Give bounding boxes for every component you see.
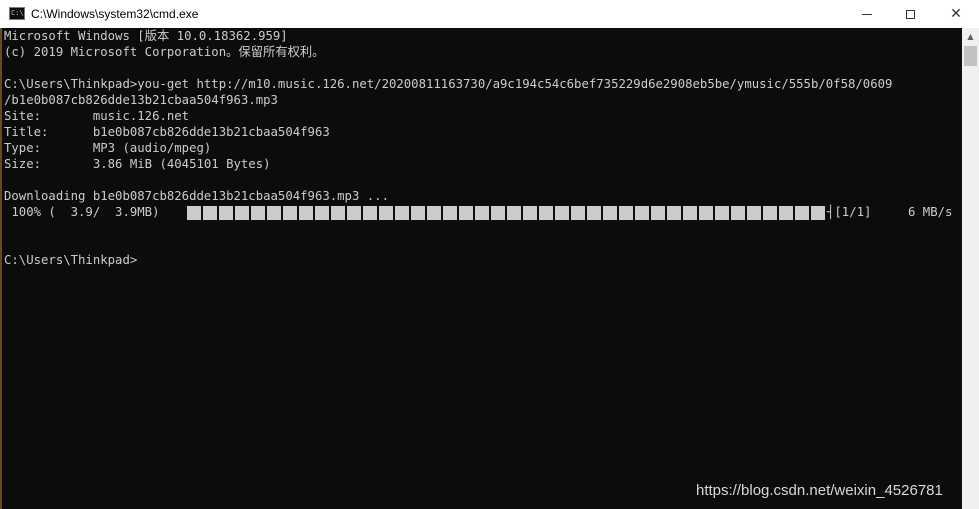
title-bar[interactable]: C:\ C:\Windows\system32\cmd.exe ✕	[0, 0, 979, 28]
console-line: C:\Users\Thinkpad>you-get http://m10.mus…	[4, 77, 893, 91]
progress-block	[219, 206, 233, 220]
progress-block	[299, 206, 313, 220]
progress-block	[619, 206, 633, 220]
command-prompt[interactable]: C:\Users\Thinkpad>	[4, 252, 137, 268]
progress-block	[523, 206, 537, 220]
progress-block	[587, 206, 601, 220]
cmd-window: C:\ C:\Windows\system32\cmd.exe ✕ Micros…	[0, 0, 979, 509]
progress-block	[635, 206, 649, 220]
progress-block	[507, 206, 521, 220]
progress-block	[795, 206, 809, 220]
progress-block	[395, 206, 409, 220]
console-output[interactable]: Microsoft Windows [版本 10.0.18362.959] (c…	[0, 28, 962, 509]
progress-block	[555, 206, 569, 220]
progress-bar	[187, 206, 827, 220]
console-line: (c) 2019 Microsoft Corporation。保留所有权利。	[4, 45, 325, 59]
progress-rate: 6 MB/s	[908, 205, 953, 219]
scroll-up-icon[interactable]: ▲	[962, 28, 979, 45]
progress-block	[347, 206, 361, 220]
progress-label: 100% ( 3.9/ 3.9MB)	[4, 205, 160, 219]
progress-block	[267, 206, 281, 220]
vertical-scrollbar[interactable]: ▲	[962, 28, 979, 509]
console-line: Microsoft Windows [版本 10.0.18362.959]	[4, 29, 288, 43]
console-line: Downloading b1e0b087cb826dde13b21cbaa504…	[4, 189, 389, 203]
progress-block	[731, 206, 745, 220]
progress-block	[475, 206, 489, 220]
watermark-text: https://blog.csdn.net/weixin_4526781	[696, 482, 943, 499]
progress-block	[683, 206, 697, 220]
progress-block	[491, 206, 505, 220]
progress-block	[315, 206, 329, 220]
window-title: C:\Windows\system32\cmd.exe	[31, 7, 199, 21]
progress-block	[379, 206, 393, 220]
close-button[interactable]: ✕	[933, 0, 979, 28]
progress-block	[427, 206, 441, 220]
progress-block	[715, 206, 729, 220]
progress-block	[539, 206, 553, 220]
maximize-icon	[905, 9, 915, 19]
console-line: Size: 3.86 MiB (4045101 Bytes)	[4, 157, 271, 171]
progress-count: ┤[1/1]	[827, 205, 872, 219]
progress-block	[187, 206, 201, 220]
scroll-thumb[interactable]	[964, 46, 977, 66]
progress-block	[747, 206, 761, 220]
progress-block	[363, 206, 377, 220]
close-icon: ✕	[950, 6, 962, 22]
progress-block	[331, 206, 345, 220]
minimize-button[interactable]	[844, 0, 890, 28]
progress-block	[411, 206, 425, 220]
progress-block	[603, 206, 617, 220]
progress-block	[651, 206, 665, 220]
progress-block	[699, 206, 713, 220]
console-line: Type: MP3 (audio/mpeg)	[4, 141, 212, 155]
console-line: Site: music.126.net	[4, 109, 190, 123]
progress-block	[667, 206, 681, 220]
progress-block	[235, 206, 249, 220]
progress-block	[779, 206, 793, 220]
minimize-icon	[862, 13, 872, 15]
progress-block	[811, 206, 825, 220]
progress-block	[459, 206, 473, 220]
console-line: Title: b1e0b087cb826dde13b21cbaa504f963	[4, 125, 330, 139]
maximize-button[interactable]	[887, 0, 933, 28]
progress-block	[763, 206, 777, 220]
progress-block	[203, 206, 217, 220]
progress-block	[283, 206, 297, 220]
progress-block	[571, 206, 585, 220]
progress-block	[251, 206, 265, 220]
console-line: /b1e0b087cb826dde13b21cbaa504f963.mp3	[4, 93, 278, 107]
progress-block	[443, 206, 457, 220]
cmd-app-icon[interactable]: C:\	[9, 7, 25, 20]
